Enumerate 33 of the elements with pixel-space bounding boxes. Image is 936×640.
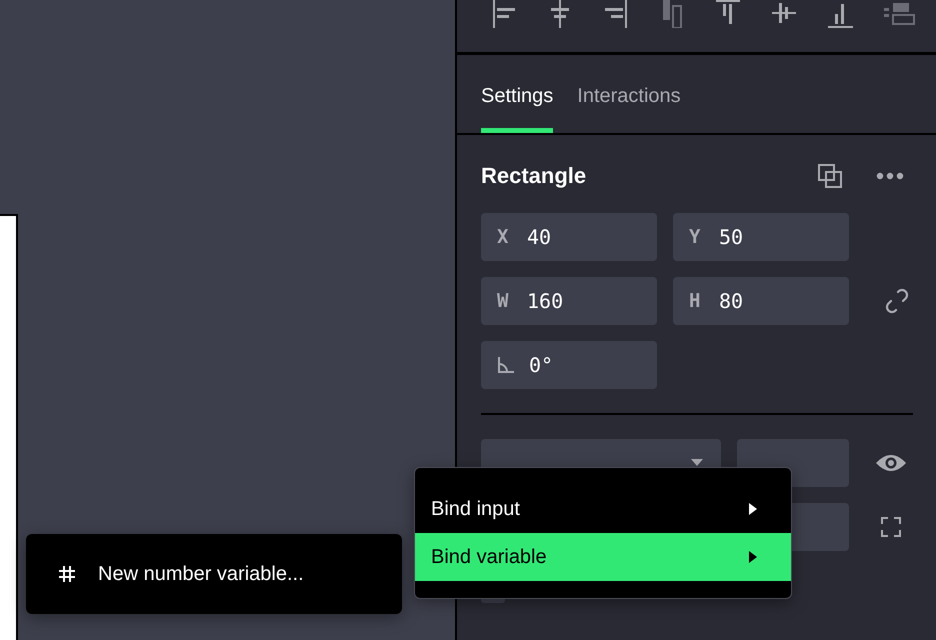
menu-item[interactable]: New number variable...	[26, 562, 304, 586]
submenu-arrow-icon	[749, 551, 757, 563]
menu-item[interactable]: Bind input	[415, 485, 791, 533]
number-field[interactable]: Y 50	[673, 213, 849, 261]
submenu-arrow-icon	[749, 503, 757, 515]
rectangle-shape[interactable]	[0, 214, 18, 640]
layer-title: Rectangle	[481, 163, 588, 189]
field-value: 40	[527, 225, 552, 249]
angle-icon	[497, 356, 515, 374]
tab[interactable]: Settings	[481, 85, 554, 133]
tab[interactable]: Interactions	[577, 85, 681, 133]
menu-item[interactable]: Bind variable	[415, 533, 791, 581]
number-field[interactable]: H 80	[673, 277, 849, 325]
field-label: Y	[689, 226, 702, 248]
field-value: 0°	[529, 353, 554, 377]
duplicate-icon[interactable]	[818, 164, 842, 188]
field-label: W	[497, 290, 510, 312]
field-label: H	[689, 290, 702, 312]
layers-icon[interactable]	[883, 0, 915, 28]
align-right-icon[interactable]	[603, 0, 629, 28]
field-value: 50	[719, 225, 744, 249]
field-value: 80	[719, 289, 744, 313]
field-label: X	[497, 226, 510, 248]
hash-icon	[58, 565, 76, 583]
more-icon[interactable]	[876, 172, 904, 180]
align-left-icon[interactable]	[491, 0, 517, 28]
field-value: 160	[527, 289, 564, 313]
rotation-field[interactable]: 0°	[481, 341, 657, 389]
fullscreen-icon[interactable]	[881, 517, 901, 537]
number-field[interactable]: X 40	[481, 213, 657, 261]
eye-icon[interactable]	[875, 453, 907, 473]
link-icon[interactable]	[884, 288, 910, 314]
number-field[interactable]: W 160	[481, 277, 657, 325]
